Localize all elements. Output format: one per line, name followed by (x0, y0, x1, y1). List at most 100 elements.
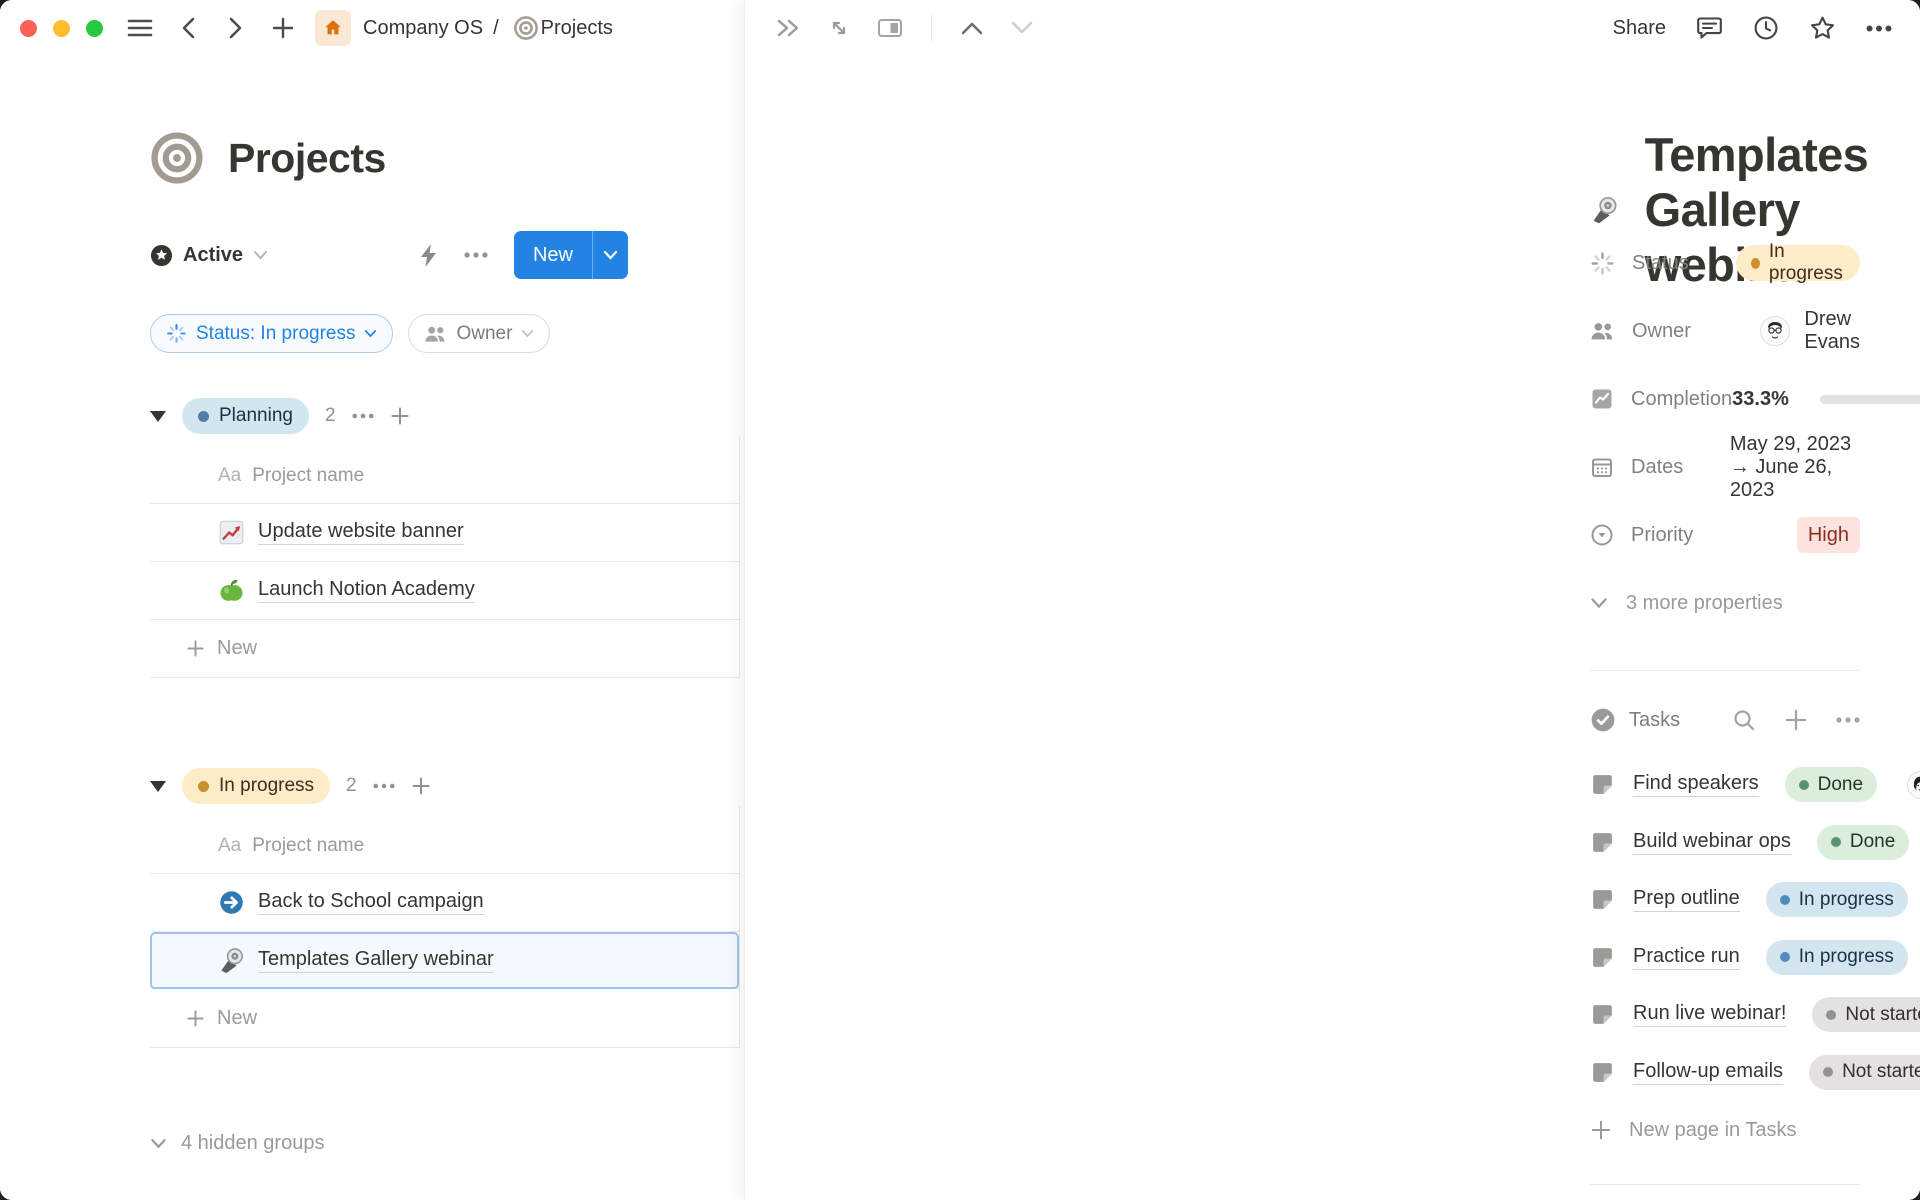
group-toggle-icon[interactable] (150, 411, 166, 422)
close-window-button[interactable] (20, 20, 37, 37)
plus-icon (411, 776, 431, 796)
task-status-badge[interactable]: Not started (1809, 1055, 1920, 1090)
property-completion[interactable]: Completion 33.3% (1590, 365, 1860, 433)
avatar (1760, 316, 1790, 346)
task-status-badge[interactable]: In progress (1766, 882, 1908, 917)
project-row-back-to-school[interactable]: Back to School campaign (150, 874, 739, 932)
new-record-button[interactable]: New (514, 231, 628, 279)
more-properties-toggle[interactable]: 3 more properties (1590, 569, 1860, 637)
property-dates[interactable]: Dates May 29, 2023 → June 26, 2023 (1590, 433, 1860, 501)
tasks-options-button[interactable] (1836, 717, 1860, 723)
group-planning-pill[interactable]: Planning (182, 398, 309, 434)
project-title: Templates Gallery webinar (258, 948, 494, 973)
task-row-prep-outline[interactable]: Prep outline In progress Zoe Ludwig June… (1590, 871, 1860, 929)
property-priority-label[interactable]: Priority (1590, 523, 1797, 547)
task-title[interactable]: Build webinar ops (1633, 830, 1791, 855)
property-status-label[interactable]: Status (1590, 251, 1736, 276)
group-in-progress-new-row[interactable]: New (150, 990, 739, 1048)
group-in-progress-pill[interactable]: In progress (182, 768, 330, 804)
tasks-add-button[interactable] (1784, 708, 1808, 732)
page-toolbar-right: Share (1613, 15, 1892, 41)
page-options-button[interactable] (1866, 25, 1892, 32)
task-title[interactable]: Find speakers (1633, 772, 1759, 797)
new-record-dropdown[interactable] (592, 231, 628, 279)
project-row-templates-gallery-webinar[interactable]: Templates Gallery webinar (150, 932, 739, 990)
task-title[interactable]: Prep outline (1633, 887, 1740, 912)
close-peek-button[interactable] (775, 16, 801, 40)
property-priority[interactable]: Priority High (1590, 501, 1860, 569)
share-button[interactable]: Share (1613, 17, 1666, 40)
task-row-build-webinar-ops[interactable]: Build webinar ops Done Sam Baldwin June … (1590, 814, 1860, 872)
hidden-groups-toggle[interactable]: 4 hidden groups (150, 1132, 324, 1155)
task-status-badge[interactable]: In progress (1766, 940, 1908, 975)
new-page-in-tasks-button[interactable]: New page in Tasks (1590, 1101, 1860, 1159)
task-row-run-live-webinar[interactable]: Run live webinar! Not started Nate Marti… (1590, 986, 1860, 1044)
updates-history-button[interactable] (1753, 15, 1779, 41)
filter-chip-status[interactable]: Status: In progress (150, 314, 393, 353)
filter-fade (635, 314, 745, 354)
automations-button[interactable] (419, 243, 438, 268)
task-row-follow-up-emails[interactable]: Follow-up emails Not started Drew Evans … (1590, 1044, 1860, 1102)
group-options-button[interactable] (373, 783, 395, 789)
task-title[interactable]: Practice run (1633, 945, 1740, 970)
project-row-launch-notion-academy[interactable]: Launch Notion Academy (150, 562, 739, 620)
view-options-button[interactable] (464, 252, 488, 258)
sidebar-menu-button[interactable] (127, 17, 153, 39)
property-completion-value[interactable]: 33.3% (1732, 388, 1920, 411)
side-peek-panel: Share Templates Gallery webinar (745, 0, 1920, 1200)
view-tab-active[interactable]: Active (150, 244, 268, 267)
property-list: Status In progress Owner Drew Evans (1590, 229, 1860, 637)
task-row-find-speakers[interactable]: Find speakers Done Andrea Lim May 29, 20… (1590, 756, 1860, 814)
property-owner-value[interactable]: Drew Evans (1760, 308, 1860, 354)
breadcrumb-page-wrap: Projects (541, 17, 613, 40)
task-status-badge[interactable]: Done (1785, 767, 1877, 802)
main-panel: Company OS / Projects Projects Active (0, 0, 745, 1200)
breadcrumb-page[interactable]: Projects (541, 17, 613, 40)
task-status-badge[interactable]: Done (1817, 825, 1909, 860)
filter-chip-owner[interactable]: Owner (408, 314, 550, 353)
column-header-project-name[interactable]: Aa Project name (150, 806, 739, 874)
property-status[interactable]: Status In progress (1590, 229, 1860, 297)
property-dates-label[interactable]: Dates (1590, 455, 1730, 479)
project-row-update-website-banner[interactable]: Update website banner (150, 504, 739, 562)
new-record-label[interactable]: New (514, 231, 592, 279)
group-options-button[interactable] (352, 413, 374, 419)
task-row-practice-run[interactable]: Practice run In progress Zoe Ludwig June… (1590, 929, 1860, 987)
favorite-button[interactable] (1809, 15, 1836, 41)
task-assignee[interactable]: Andrea Lim (1907, 771, 1920, 799)
tasks-title-link[interactable]: Tasks (1590, 707, 1680, 733)
comments-button[interactable] (1696, 15, 1723, 41)
status-dot (1799, 780, 1809, 790)
status-badge[interactable]: In progress (1736, 245, 1860, 281)
tasks-search-button[interactable] (1732, 708, 1756, 732)
group-planning-new-row[interactable]: New (150, 620, 739, 678)
property-owner[interactable]: Owner Drew Evans (1590, 297, 1860, 365)
property-priority-value[interactable]: High (1797, 517, 1860, 553)
previous-record-button[interactable] (960, 21, 984, 35)
group-toggle-icon[interactable] (150, 781, 166, 792)
expand-page-button[interactable] (827, 16, 851, 40)
priority-badge[interactable]: High (1797, 517, 1860, 553)
next-record-button[interactable] (1010, 21, 1034, 35)
group-add-button[interactable] (411, 776, 431, 796)
property-owner-label[interactable]: Owner (1590, 320, 1760, 343)
peek-mode-button[interactable] (877, 17, 903, 39)
task-title[interactable]: Follow-up emails (1633, 1060, 1783, 1085)
tasks-section-header: Tasks (1590, 696, 1860, 744)
column-header-project-name[interactable]: Aa Project name (150, 436, 739, 504)
task-status-badge[interactable]: Not started (1812, 997, 1920, 1032)
task-title[interactable]: Run live webinar! (1633, 1002, 1786, 1027)
database-title[interactable]: Projects (228, 135, 386, 182)
minimize-window-button[interactable] (53, 20, 70, 37)
property-status-value[interactable]: In progress (1736, 245, 1860, 281)
breadcrumb-home[interactable] (315, 10, 351, 46)
group-add-button[interactable] (390, 406, 410, 426)
property-dates-value[interactable]: May 29, 2023 → June 26, 2023 (1730, 433, 1860, 502)
back-button[interactable] (179, 16, 199, 40)
zoom-window-button[interactable] (86, 20, 103, 37)
breadcrumb-workspace[interactable]: Company OS (363, 17, 483, 40)
new-tab-button[interactable] (271, 16, 295, 40)
forward-button[interactable] (225, 16, 245, 40)
group-planning-count: 2 (325, 405, 336, 427)
property-completion-label[interactable]: Completion (1590, 387, 1732, 411)
